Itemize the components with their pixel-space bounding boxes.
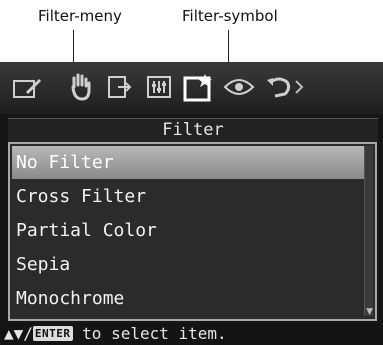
enter-key-label: ENTER [32, 326, 73, 341]
hint-bar: ▲▼/ENTER to select item. [0, 323, 383, 345]
filter-menu: No Filter Cross Filter Partial Color Sep… [8, 142, 377, 321]
scroll-down-arrow-icon[interactable]: ▼ [366, 307, 373, 317]
callout-filter-menu: Filter-meny [38, 7, 122, 25]
filter-icon[interactable] [180, 68, 218, 106]
hint-arrows: ▲▼/ [4, 324, 33, 343]
menu-item-partial-color[interactable]: Partial Color [12, 214, 364, 247]
menu-item-no-filter[interactable]: No Filter [12, 146, 364, 179]
edit-icon[interactable] [8, 68, 46, 106]
menu-item-sepia[interactable]: Sepia [12, 248, 364, 281]
menu-item-cross-filter[interactable]: Cross Filter [12, 180, 364, 213]
scrollbar[interactable] [364, 146, 373, 316]
hand-icon[interactable] [62, 68, 100, 106]
camera-screen: Filter No Filter Cross Filter Partial Co… [0, 62, 383, 345]
toolbar [0, 62, 383, 114]
menu-item-monochrome[interactable]: Monochrome [12, 282, 364, 315]
eye-icon[interactable] [220, 68, 258, 106]
chevron-right-icon[interactable] [292, 68, 306, 106]
sliders-icon[interactable] [140, 68, 178, 106]
menu-title: Filter [8, 118, 378, 142]
callout-filter-symbol: Filter-symbol [182, 7, 278, 25]
adjust-icon[interactable] [100, 68, 138, 106]
hint-text: to select item. [72, 324, 227, 343]
